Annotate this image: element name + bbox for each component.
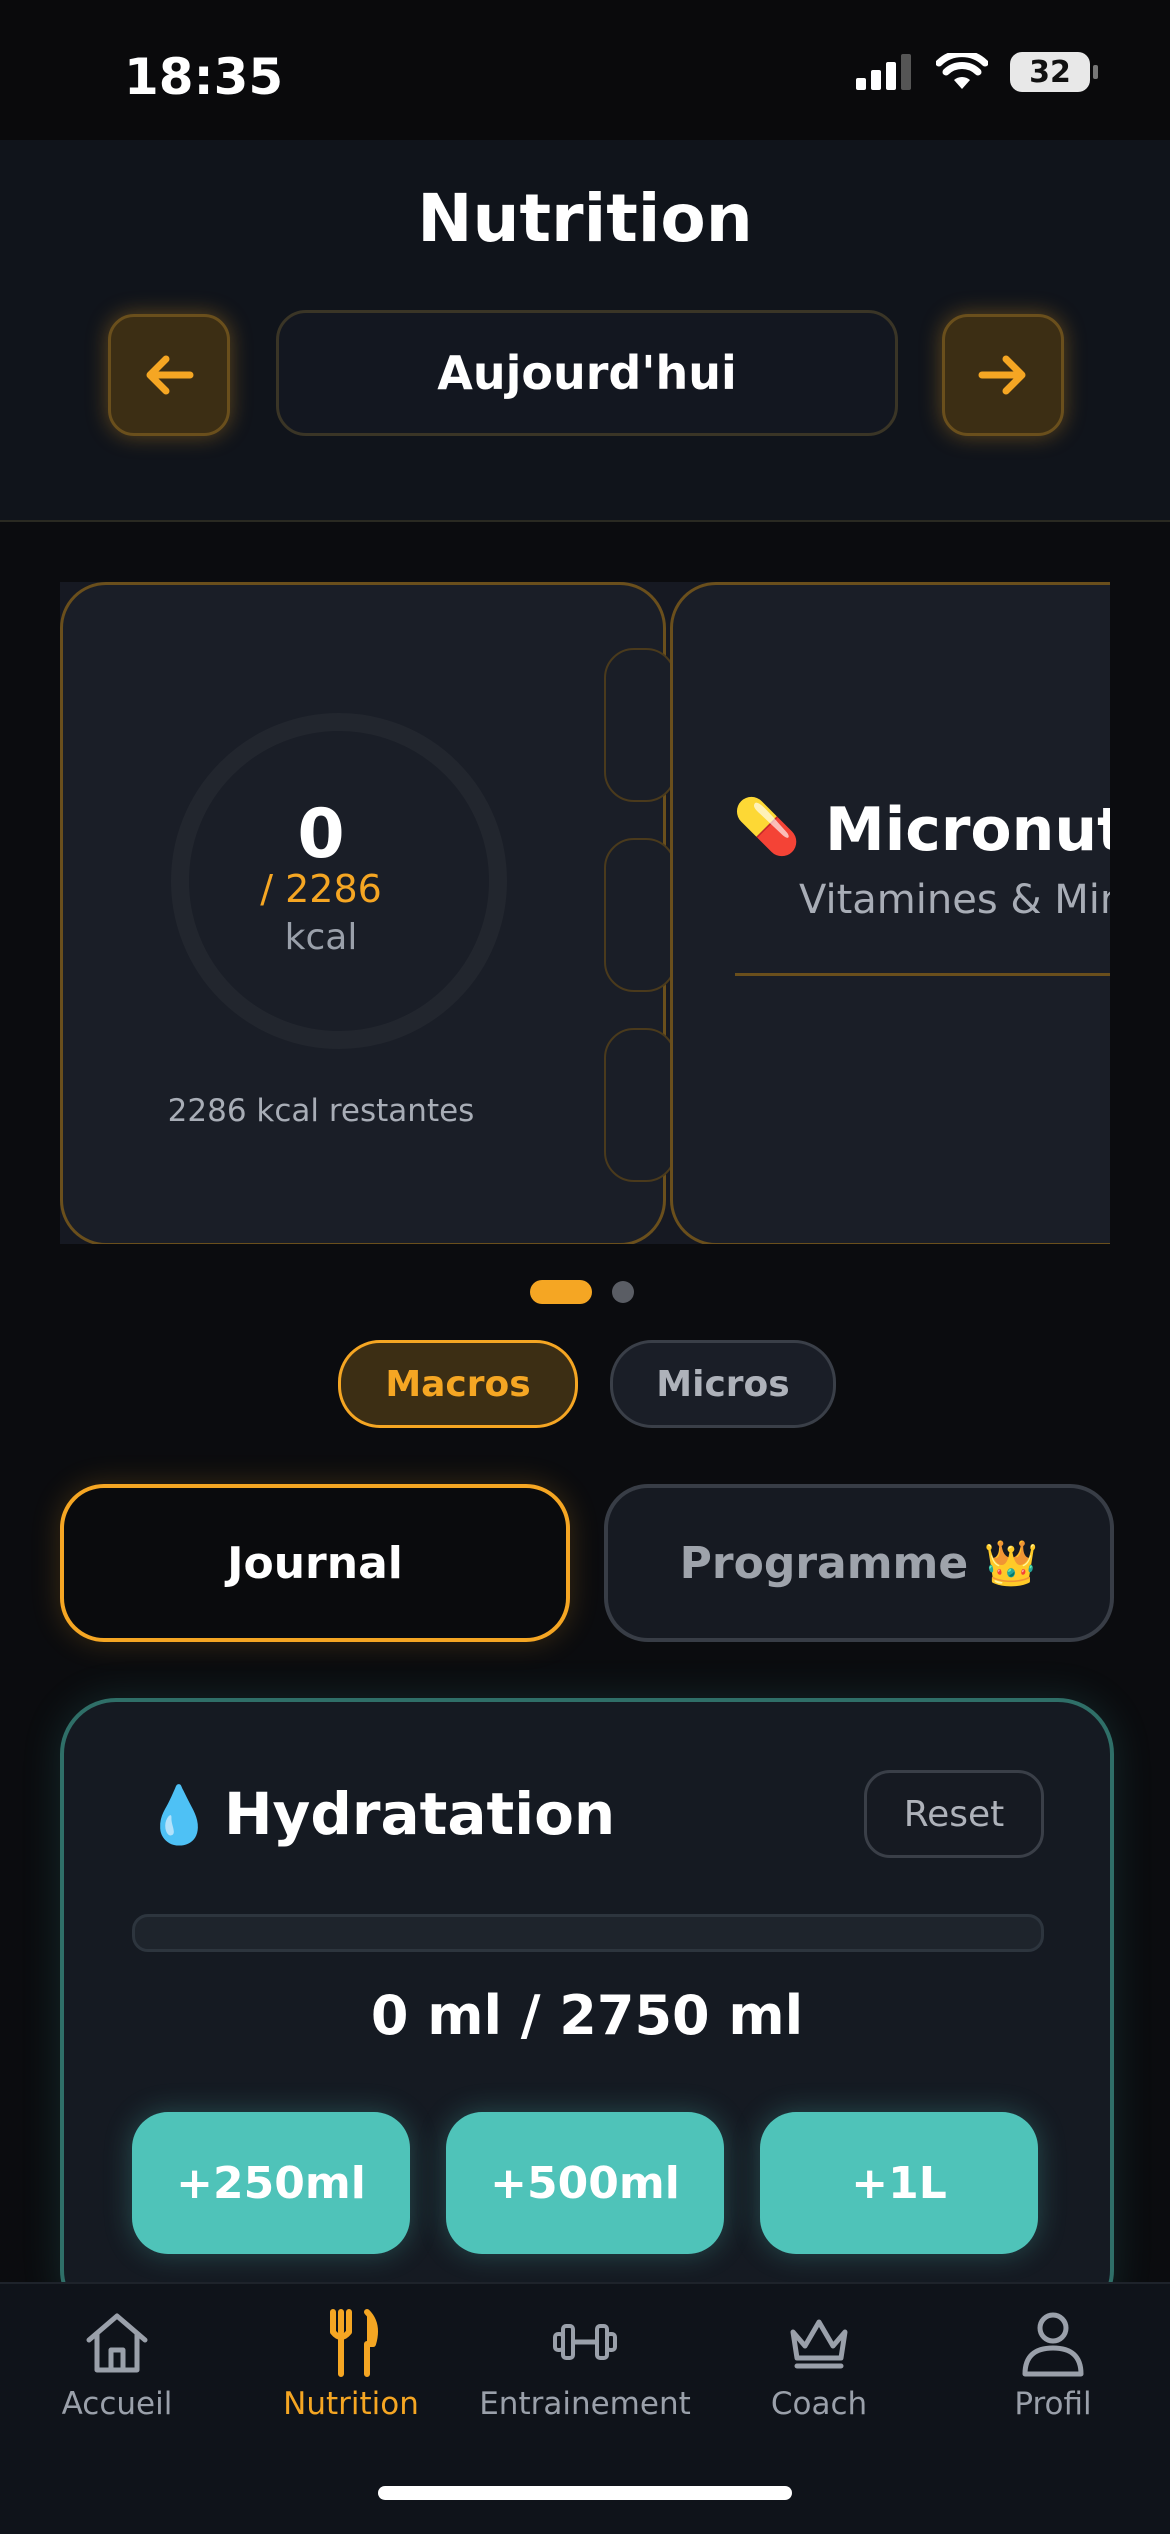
nav-label-coach: Coach <box>770 2386 868 2422</box>
micronutrients-subtitle: Vitamines & Minéraux <box>799 877 1110 923</box>
home-indicator <box>378 2486 792 2500</box>
hydration-card: 💧 Hydratation Reset 0 ml / 2750 ml +250m… <box>60 1698 1114 2326</box>
add-250ml-button[interactable]: +250ml <box>132 2112 410 2254</box>
water-drop-icon: 💧 <box>144 1783 214 1848</box>
tab-journal[interactable]: Journal <box>60 1484 570 1642</box>
summary-carousel[interactable]: 0 / 2286 kcal 2286 kcal restantes 💊 Micr… <box>60 582 1110 1244</box>
carousel-pagination <box>530 1280 634 1304</box>
header: Nutrition Aujourd'hui <box>0 140 1170 522</box>
battery-indicator: 32 <box>1010 52 1098 92</box>
dumbbell-icon <box>553 2324 617 2360</box>
micronutrients-title: Micronutriments <box>825 795 1110 865</box>
nav-label-accueil: Accueil <box>61 2386 173 2422</box>
micros-toggle[interactable]: Micros <box>610 1340 836 1428</box>
add-500ml-button[interactable]: +500ml <box>446 2112 724 2254</box>
date-selector[interactable]: Aujourd'hui <box>276 310 898 436</box>
crown-icon <box>790 2319 848 2369</box>
nav-item-coach[interactable]: Coach <box>702 2306 936 2422</box>
add-1l-button[interactable]: +1L <box>760 2112 1038 2254</box>
pagination-dot-active[interactable] <box>530 1280 592 1304</box>
previous-day-button[interactable] <box>108 314 230 436</box>
status-icons: 32 <box>856 52 1098 92</box>
signal-icon <box>856 54 911 90</box>
hydration-progress-bar <box>132 1914 1044 1952</box>
status-time: 18:35 <box>124 48 284 106</box>
nav-label-profil: Profil <box>1014 2386 1092 2422</box>
calories-remaining: 2286 kcal restantes <box>167 1093 475 1129</box>
macro-side-tab[interactable] <box>604 648 676 802</box>
nav-item-accueil[interactable]: Accueil <box>0 2306 234 2422</box>
page-title: Nutrition <box>417 180 753 257</box>
tab-programme[interactable]: Programme 👑 <box>604 1484 1114 1642</box>
calories-goal: / 2286 <box>260 867 382 911</box>
pill-icon: 💊 <box>733 795 801 858</box>
person-icon <box>1022 2312 1084 2377</box>
nav-item-entrainement[interactable]: Entrainement <box>468 2306 702 2422</box>
micronutrients-divider <box>735 973 1110 976</box>
calories-unit: kcal <box>284 917 358 958</box>
arrow-right-icon <box>978 355 1026 395</box>
wifi-icon <box>936 53 988 89</box>
arrow-left-icon <box>146 355 194 395</box>
calories-consumed: 0 <box>297 795 345 874</box>
micronutrients-card[interactable]: 💊 Micronutriments Vitamines & Minéraux <box>670 582 1110 1244</box>
macros-toggle[interactable]: Macros <box>338 1340 578 1428</box>
macro-side-tab[interactable] <box>604 1028 676 1182</box>
next-day-button[interactable] <box>942 314 1064 436</box>
nav-item-profil[interactable]: Profil <box>936 2306 1170 2422</box>
hydration-amount: 0 ml / 2750 ml <box>370 1984 804 2047</box>
fork-knife-icon <box>330 2309 378 2377</box>
calories-card[interactable]: 0 / 2286 kcal 2286 kcal restantes <box>60 582 666 1244</box>
pagination-dot[interactable] <box>612 1281 634 1303</box>
reset-button[interactable]: Reset <box>864 1770 1044 1858</box>
nav-label-entrainement: Entrainement <box>479 2386 691 2422</box>
nav-label-nutrition: Nutrition <box>283 2386 419 2422</box>
home-icon <box>86 2313 148 2373</box>
macro-side-tab[interactable] <box>604 838 676 992</box>
nav-item-nutrition[interactable]: Nutrition <box>234 2306 468 2422</box>
status-bar: 18:35 32 <box>0 0 1170 140</box>
hydration-title: Hydratation <box>224 1780 616 1848</box>
